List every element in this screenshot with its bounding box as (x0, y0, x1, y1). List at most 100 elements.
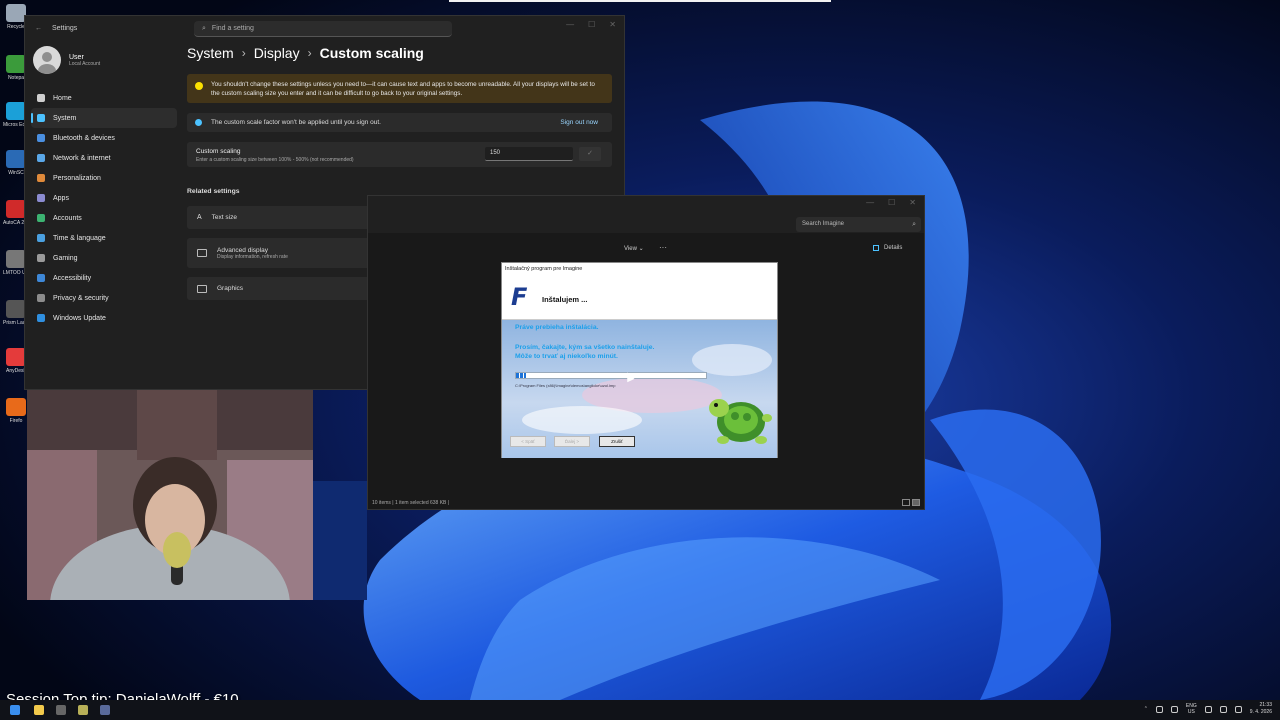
search-placeholder: Find a setting (211, 25, 254, 32)
network-icon[interactable] (1155, 705, 1163, 713)
minimize-icon[interactable]: — (566, 20, 574, 29)
desktop-app-icon (6, 4, 26, 22)
sidebar-item-label: Bluetooth & devices (53, 134, 115, 142)
explorer-toolbar: View ⌄ ··· Details (368, 240, 924, 258)
related-settings-heading: Related settings (187, 188, 240, 195)
sidebar-item-windows-update[interactable]: Windows Update (31, 308, 177, 328)
battery-icon[interactable] (1234, 705, 1242, 713)
settings-title: Settings (52, 24, 78, 32)
desktop-app-icon (6, 250, 26, 268)
speaker-icon[interactable] (1219, 705, 1227, 713)
installer-dialog[interactable]: Inštalačný program pre Imagine F Inštalu… (501, 262, 778, 458)
desktop-app-icon (6, 102, 26, 120)
custom-scaling-subtitle: Enter a custom scaling size between 100%… (196, 157, 354, 163)
details-label: Details (884, 245, 903, 251)
language-indicator[interactable]: ENG US (1186, 703, 1197, 715)
sidebar-item-time-language[interactable]: Time & language (31, 228, 177, 248)
sidebar-item-label: Privacy & security (53, 294, 109, 302)
installer-body: Práve prebieha inštalácia. Prosím, čakaj… (502, 320, 777, 458)
settings-search-input[interactable]: ⌕ Find a setting (194, 21, 452, 37)
explorer-status-bar: 10 items | 1 item selected 638 KB | (372, 500, 450, 506)
sidebar-item-home[interactable]: Home (31, 88, 177, 108)
custom-scaling-input[interactable]: 150 (485, 147, 573, 161)
sidebar-item-gaming[interactable]: Gaming (31, 248, 177, 268)
settings-taskbar-icon[interactable] (56, 705, 66, 715)
next-button[interactable]: Ďalej > (554, 436, 590, 447)
pen-icon[interactable] (1170, 705, 1178, 713)
view-menu[interactable]: View ⌄ (624, 245, 644, 252)
desktop-app-icon (6, 150, 26, 168)
sidebar-item-label: Apps (53, 194, 69, 202)
breadcrumb-display[interactable]: Display (254, 45, 300, 61)
breadcrumb-system[interactable]: System (187, 45, 234, 61)
minimize-icon[interactable]: — (866, 198, 874, 207)
info-icon (195, 119, 202, 126)
search-placeholder: Search Imagine (802, 221, 845, 227)
sidebar-item-label: Accounts (53, 214, 82, 222)
related-label: Text size (211, 214, 237, 221)
sidebar-item-icon (37, 174, 45, 182)
turtle-mascot-icon (709, 399, 772, 444)
details-button[interactable]: Details (884, 245, 902, 251)
sidebar-item-accessibility[interactable]: Accessibility (31, 268, 177, 288)
back-button[interactable]: < Späť (510, 436, 546, 447)
info-text: The custom scale factor won't be applied… (211, 119, 381, 126)
start-icon[interactable] (10, 705, 20, 715)
sign-out-now-link[interactable]: Sign out now (560, 119, 598, 126)
custom-scaling-card: Custom scaling Enter a custom scaling si… (187, 142, 612, 167)
cancel-button[interactable]: Zrušiť (599, 436, 635, 447)
breadcrumb-separator: › (307, 46, 312, 60)
desktop-app-icon (6, 348, 26, 366)
text-size-icon: A (197, 214, 202, 221)
maximize-icon[interactable]: ☐ (588, 20, 595, 29)
sidebar-item-icon (37, 154, 45, 162)
sidebar-item-apps[interactable]: Apps (31, 188, 177, 208)
sidebar-item-icon (37, 214, 45, 222)
show-hidden-icons-icon[interactable]: ⌃ (1144, 706, 1148, 712)
close-icon[interactable]: ✕ (609, 20, 616, 29)
details-pane-icon (873, 245, 879, 251)
sidebar-item-accounts[interactable]: Accounts (31, 208, 177, 228)
back-arrow-icon[interactable]: ← (35, 25, 42, 32)
install-progress-bar (515, 372, 707, 379)
clock-date: 9. 4. 2026 (1249, 709, 1272, 715)
sidebar-item-icon (37, 314, 45, 322)
search-icon: ⌕ (202, 24, 206, 32)
sidebar-item-label: Gaming (53, 254, 78, 262)
file-explorer-taskbar-icon[interactable] (34, 705, 44, 715)
sidebar-item-label: Accessibility (53, 274, 92, 282)
breadcrumb: System › Display › Custom scaling (187, 45, 424, 61)
desktop-app-icon (6, 200, 26, 218)
desktop-icon[interactable]: Firefo (3, 398, 29, 424)
avatar (33, 46, 61, 74)
tiles-view-icon[interactable] (912, 499, 920, 506)
maximize-icon[interactable]: ☐ (888, 198, 895, 207)
sidebar-item-icon (37, 234, 45, 242)
settings-nav: Home System Bluetooth & devices Network & i… (31, 88, 177, 328)
custom-scaling-title: Custom scaling (196, 148, 241, 155)
search-icon: ⌕ (912, 221, 916, 228)
sidebar-item-system[interactable]: System (31, 108, 177, 128)
details-view-icon[interactable] (902, 499, 910, 506)
more-options-icon[interactable]: ··· (659, 243, 667, 252)
user-name: User (69, 53, 84, 61)
notes-taskbar-icon[interactable] (78, 705, 88, 715)
installer-line3: Môže to trvať aj niekoľko minút. (515, 353, 618, 360)
clock-time: 21:33 (1259, 702, 1272, 708)
explorer-search-input[interactable]: Search Imagine ⌕ (796, 217, 921, 232)
user-block[interactable]: User Local Account (33, 46, 100, 74)
app-taskbar-icon[interactable] (100, 705, 110, 715)
imagine-logo: F (511, 283, 528, 311)
apply-check-button[interactable]: ✓ (579, 147, 601, 161)
close-icon[interactable]: ✕ (909, 198, 916, 207)
sidebar-item-network-internet[interactable]: Network & internet (31, 148, 177, 168)
installer-line1: Práve prebieha inštalácia. (515, 324, 599, 331)
wifi-icon[interactable] (1204, 705, 1212, 713)
sidebar-item-personalization[interactable]: Personalization (31, 168, 177, 188)
sidebar-item-privacy-security[interactable]: Privacy & security (31, 288, 177, 308)
sidebar-item-bluetooth-devices[interactable]: Bluetooth & devices (31, 128, 177, 148)
clock[interactable]: 21:33 9. 4. 2026 (1250, 702, 1272, 716)
window-controls: — ☐ ✕ (566, 20, 616, 29)
sidebar-item-label: System (53, 114, 77, 122)
system-tray: ⌃ ENG US 21:33 9. 4. 2026 (1144, 702, 1272, 716)
